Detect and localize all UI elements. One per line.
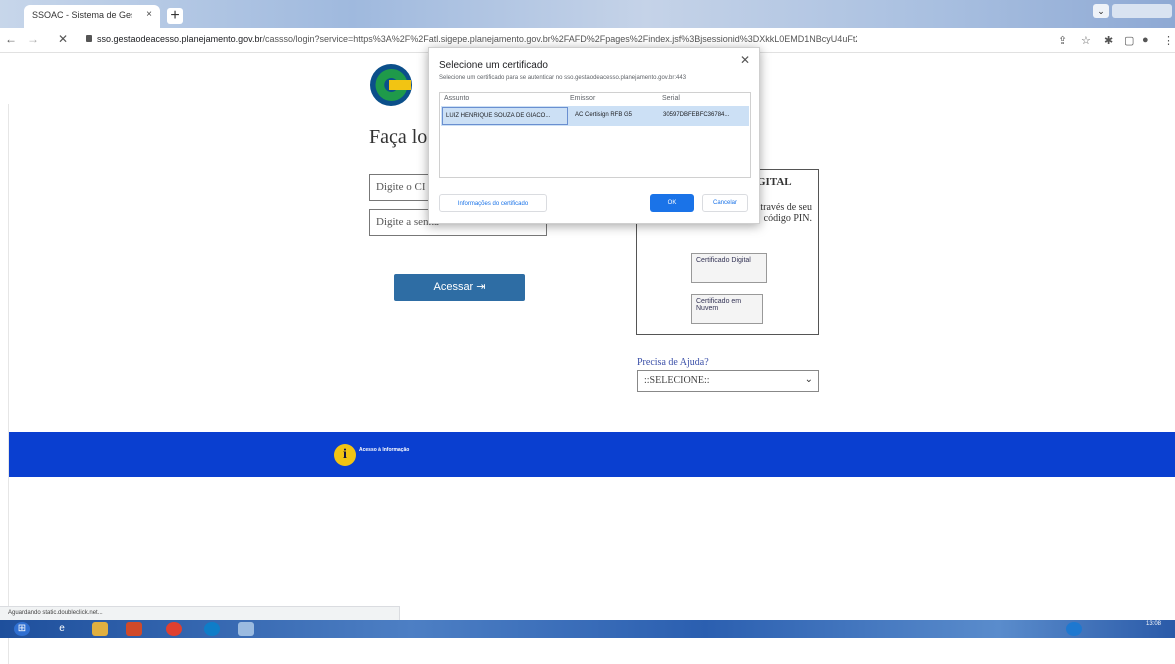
share-icon[interactable]: ⇪ (1058, 34, 1067, 47)
page-left-border (8, 104, 9, 664)
taskbar: ⊞ e 13:08 (0, 620, 1175, 638)
folder-icon[interactable] (92, 622, 108, 636)
tray-icons[interactable] (1020, 622, 1060, 636)
help-select-value: ::SELECIONE:: (644, 375, 710, 386)
url-field[interactable]: sso.gestaodeacesso.planejamento.gov.br/c… (97, 34, 857, 44)
cancel-button[interactable]: Cancelar (702, 194, 748, 212)
login-title: Faça lo (369, 126, 428, 148)
chevron-down-icon: ⌄ (804, 374, 813, 385)
cell-assunto: LUIZ HENRIQUE SOUZA DE GIACO... (442, 107, 568, 125)
url-path: /cassso/login?service=https%3A%2F%2Fatl.… (262, 34, 857, 44)
network-icon[interactable] (1066, 622, 1082, 636)
stop-icon[interactable]: ✕ (56, 32, 70, 46)
dialog-title: Selecione um certificado (439, 60, 548, 71)
paint-icon[interactable] (238, 622, 254, 636)
info-icon[interactable]: i (334, 444, 356, 466)
new-tab-button[interactable]: + (167, 8, 183, 24)
acesso-informacao-label[interactable]: Acesso à Informação (359, 447, 409, 453)
chrome-icon[interactable] (166, 622, 182, 636)
tab-close-icon[interactable]: × (146, 9, 152, 20)
certificate-info-button[interactable]: Informações do certificado (439, 194, 547, 212)
profile-icon[interactable]: ● (1142, 34, 1149, 46)
certificado-digital-label: Certificado Digital (696, 257, 751, 264)
certificado-nuvem-button[interactable]: Certificado em Nuvem (691, 294, 763, 324)
dialog-description: Selecione um certificado para se autenti… (439, 75, 687, 81)
certificado-nuvem-label: Certificado em Nuvem (696, 298, 742, 312)
window-controls[interactable] (1112, 4, 1172, 18)
column-header: Emissor (570, 95, 596, 102)
status-bar: Aguardando static.doubleclick.net... (0, 606, 400, 620)
office-icon[interactable] (126, 622, 142, 636)
browser-tab[interactable]: SSOAC - Sistema de Gestão de A × (24, 5, 160, 28)
certificate-dialog: Selecione um certificado ✕ Selecione um … (428, 47, 760, 224)
start-icon[interactable]: ⊞ (14, 622, 30, 636)
cert-box-title: GITAL (757, 176, 792, 188)
forward-icon[interactable]: → (26, 32, 40, 46)
cell-serial: 30597DBFEBFC36784... (663, 112, 730, 118)
lock-icon (86, 35, 92, 42)
browser-tab-bar: SSOAC - Sistema de Gestão de A × + ⌄ (0, 0, 1175, 28)
tab-title: SSOAC - Sistema de Gestão de A (32, 9, 132, 20)
profile-chevron-icon[interactable]: ⌄ (1093, 4, 1109, 18)
certificate-table: Assunto Emissor Serial LUIZ HENRIQUE SOU… (439, 92, 751, 178)
table-row[interactable]: LUIZ HENRIQUE SOUZA DE GIACO... AC Certi… (441, 106, 749, 126)
menu-icon[interactable]: ⋮ (1163, 34, 1174, 47)
footer-bar: i Acesso à Informação (9, 432, 1175, 477)
logo-icon (370, 64, 412, 106)
column-header: Assunto (444, 95, 470, 102)
back-icon[interactable]: ← (4, 32, 18, 46)
extensions-icon[interactable]: ✱ (1104, 34, 1113, 47)
clock[interactable]: 13:08 (1146, 621, 1161, 628)
column-header: Serial (662, 95, 680, 102)
star-icon[interactable]: ☆ (1081, 34, 1091, 47)
edge-icon[interactable] (204, 622, 220, 636)
acessar-button[interactable]: Acessar ⇥ (394, 274, 525, 301)
ok-button[interactable]: OK (650, 194, 694, 212)
tab-search-icon[interactable]: ▢ (1124, 34, 1134, 47)
ie-icon[interactable]: e (54, 622, 70, 636)
help-select[interactable]: ::SELECIONE:: ⌄ (637, 370, 819, 392)
cell-emissor: AC Certisign RFB G5 (575, 112, 633, 118)
certificado-digital-button[interactable]: Certificado Digital (691, 253, 767, 283)
help-label: Precisa de Ajuda? (637, 357, 709, 368)
url-host: sso.gestaodeacesso.planejamento.gov.br (97, 34, 263, 44)
close-icon[interactable]: ✕ (740, 53, 750, 67)
